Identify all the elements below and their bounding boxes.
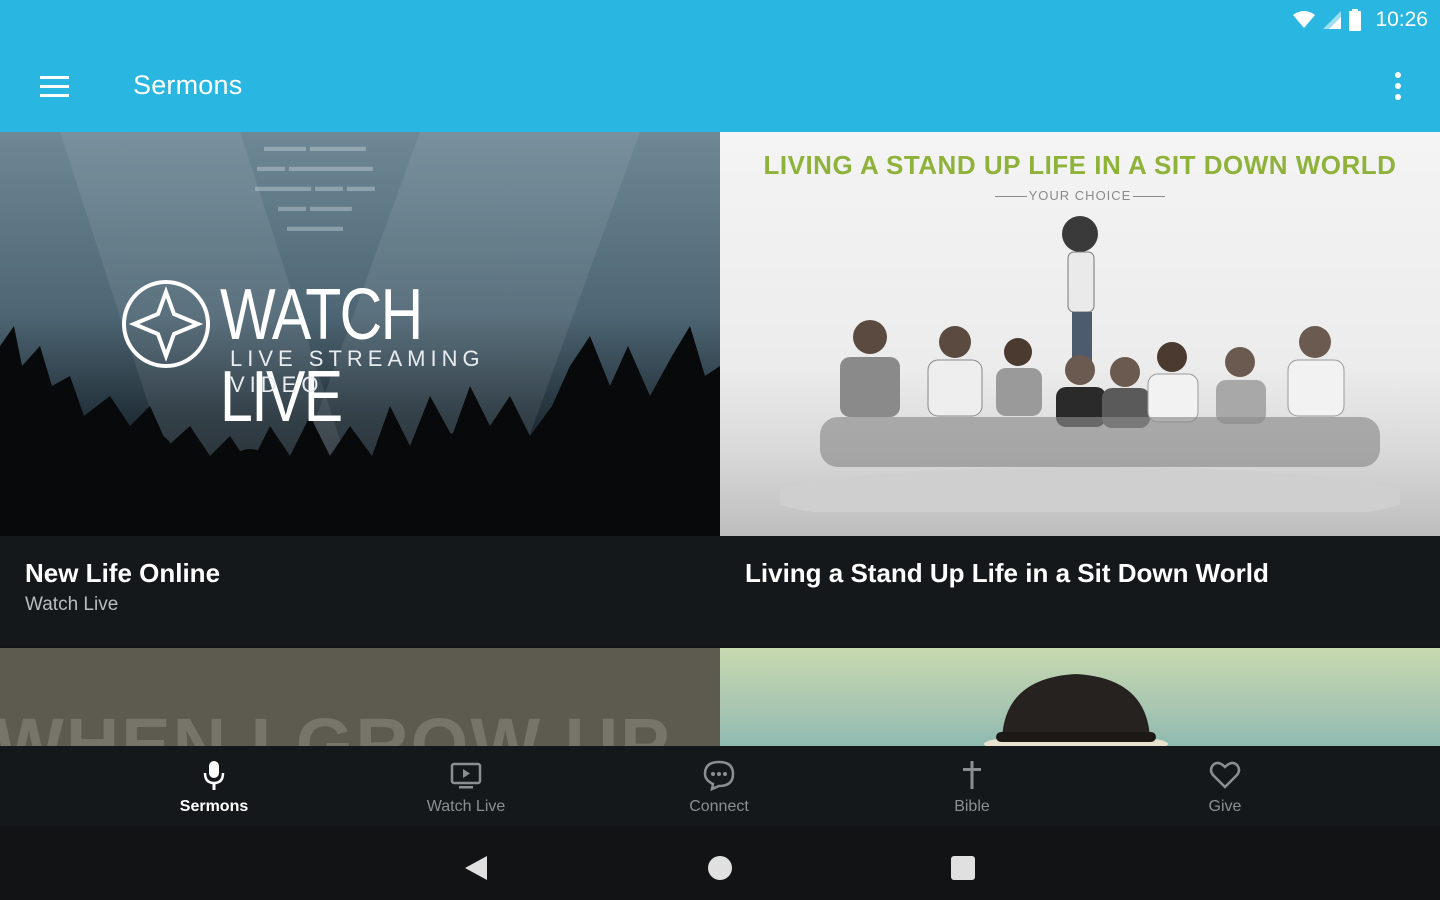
chat-bubble-icon: [703, 760, 735, 792]
app-root: 10:26 Sermons ▬▬▬ ▬▬▬▬ ▬▬ ▬▬▬▬▬▬ ▬▬▬▬ ▬▬ ▬…: [0, 0, 1440, 900]
battery-icon: [1349, 9, 1362, 31]
card-title: New Life Online: [25, 558, 221, 588]
tv-icon: [450, 762, 482, 789]
heart-icon: [1209, 761, 1241, 789]
nav-item-give[interactable]: Give: [1155, 746, 1295, 826]
watch-live-logo: WATCH LIVE LIVE STREAMING VIDEO: [122, 275, 582, 437]
artwork-tagline: YOUR CHOICE: [720, 188, 1440, 203]
microphone-icon: [203, 761, 225, 790]
cell-signal-icon: [1323, 11, 1342, 29]
nav-label: Sermons: [179, 798, 249, 815]
nav-label: Give: [1208, 798, 1242, 815]
card-artwork: WHEN I GROW UP: [0, 648, 720, 746]
status-bar: 10:26: [0, 0, 1440, 40]
card-artwork: LIVING A STAND UP LIFE IN A SIT DOWN WOR…: [720, 132, 1440, 536]
back-icon[interactable]: [456, 848, 496, 888]
artwork-headline: LIVING A STAND UP LIFE IN A SIT DOWN WOR…: [763, 150, 1397, 180]
card-artwork: [720, 648, 1440, 746]
nav-item-connect[interactable]: Connect: [649, 746, 789, 826]
home-icon[interactable]: [700, 848, 740, 888]
group-photo: [780, 216, 1400, 512]
nav-label: Watch Live: [426, 798, 506, 815]
nav-label: Connect: [689, 798, 749, 815]
hamburger-menu-icon[interactable]: [30, 64, 78, 108]
sermon-grid: ▬▬▬ ▬▬▬▬ ▬▬ ▬▬▬▬▬▬ ▬▬▬▬ ▬▬ ▬▬ ▬▬ ▬▬▬ ▬▬▬▬ W…: [0, 132, 1440, 746]
status-time: 10:26: [1375, 8, 1428, 31]
nav-label: Bible: [954, 798, 990, 815]
logo-subtitle: LIVE STREAMING VIDEO: [230, 346, 485, 397]
card-subtitle: Watch Live: [25, 594, 119, 615]
overflow-menu-icon[interactable]: [1384, 66, 1412, 106]
status-icons: 10:26: [1293, 6, 1428, 34]
system-navigation-bar: [0, 826, 1440, 900]
card-artwork: ▬▬▬ ▬▬▬▬ ▬▬ ▬▬▬▬▬▬ ▬▬▬▬ ▬▬ ▬▬ ▬▬ ▬▬▬ ▬▬▬▬ W…: [0, 132, 720, 536]
app-toolbar: Sermons: [0, 40, 1440, 132]
sermon-card-bowler-hat[interactable]: [720, 648, 1440, 746]
sermon-card-when-i-grow-up[interactable]: WHEN I GROW UP: [0, 648, 720, 746]
nav-item-bible[interactable]: Bible: [902, 746, 1042, 826]
recents-icon[interactable]: [943, 848, 983, 888]
bottom-navigation: Sermons Watch Live Connect Bible Give: [0, 746, 1440, 826]
card-title: Living a Stand Up Life in a Sit Down Wor…: [745, 558, 1269, 588]
card-caption: Living a Stand Up Life in a Sit Down Wor…: [720, 536, 1440, 646]
sermon-card-new-life-online[interactable]: ▬▬▬ ▬▬▬▬ ▬▬ ▬▬▬▬▬▬ ▬▬▬▬ ▬▬ ▬▬ ▬▬ ▬▬▬ ▬▬▬▬ W…: [0, 132, 720, 646]
card-caption: New Life Online Watch Live: [0, 536, 720, 646]
nav-item-sermons[interactable]: Sermons: [144, 746, 284, 826]
cross-emblem-icon: [122, 280, 210, 368]
cross-icon: [963, 761, 981, 789]
bowler-hat-image: [984, 674, 1168, 746]
wifi-icon: [1293, 11, 1316, 28]
page-title: Sermons: [133, 70, 243, 100]
sermon-card-stand-up-life[interactable]: LIVING A STAND UP LIFE IN A SIT DOWN WOR…: [720, 132, 1440, 646]
nav-item-watch-live[interactable]: Watch Live: [396, 746, 536, 826]
lyrics-overlay: ▬▬▬ ▬▬▬▬ ▬▬ ▬▬▬▬▬▬ ▬▬▬▬ ▬▬ ▬▬ ▬▬ ▬▬▬ ▬▬▬▬: [255, 138, 375, 234]
artwork-text: WHEN I GROW UP: [0, 703, 672, 746]
